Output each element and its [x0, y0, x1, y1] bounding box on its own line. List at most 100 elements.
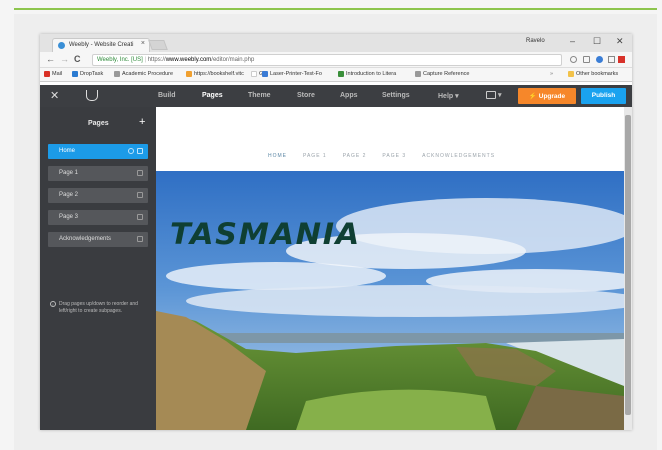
- bookmarks-more-icon[interactable]: »: [550, 71, 553, 77]
- bookmark-label: DropTask: [80, 71, 104, 77]
- secure-badge: Weebly, Inc. [US]: [97, 57, 143, 63]
- browser-window: Weebly - Website Creati × Ravelo – ☐ ✕ ←…: [40, 34, 632, 430]
- reload-icon[interactable]: C: [74, 54, 81, 64]
- scrollbar-thumb[interactable]: [625, 115, 631, 415]
- site-nav-home[interactable]: HOME: [268, 153, 287, 159]
- bookmark-favicon-icon: [114, 71, 120, 77]
- page-item-acknowledgements[interactable]: Acknowledgements: [48, 232, 148, 247]
- maximize-icon[interactable]: ☐: [593, 36, 601, 47]
- url-host: www.weebly.com: [165, 57, 212, 63]
- bookmark-label: Mail: [52, 71, 63, 77]
- landscape-illustration: [156, 171, 624, 430]
- page-settings-icon[interactable]: [137, 148, 143, 154]
- bookmark-favicon-icon: [44, 71, 50, 77]
- publish-button[interactable]: Publish: [581, 88, 626, 104]
- page-label: Home: [59, 148, 76, 154]
- url-field[interactable]: Weebly, Inc. [US] | https://www.weebly.c…: [92, 54, 562, 66]
- drag-hint-text: Drag pages up/down to reorder and left/r…: [59, 301, 138, 314]
- site-nav-acknowledgements[interactable]: ACKNOWLEDGEMENTS: [422, 153, 495, 159]
- address-bar-row: ← → C Weebly, Inc. [US] | https://www.we…: [40, 52, 632, 68]
- site-preview: HOME PAGE 1 PAGE 2 PAGE 3 ACKNOWLEDGEMEN…: [156, 107, 632, 430]
- folder-icon: [568, 71, 574, 77]
- bookmark-favicon-icon: [415, 71, 421, 77]
- page-settings-icon[interactable]: [137, 236, 143, 242]
- page-item-home[interactable]: Home: [48, 144, 148, 159]
- pages-sidebar: Pages + Home Page 1 Page 2 Page 3 Acknow…: [40, 107, 156, 430]
- page-settings-icon[interactable]: [137, 192, 143, 198]
- other-bookmarks[interactable]: Other bookmarks: [568, 71, 618, 77]
- bookmark-favicon-icon: [338, 71, 344, 77]
- tab-strip: Weebly - Website Creati × Ravelo – ☐ ✕: [40, 34, 632, 52]
- page-item-page-2[interactable]: Page 2: [48, 188, 148, 203]
- toolbar-tab-settings[interactable]: Settings: [382, 92, 410, 99]
- page-label: Page 2: [59, 192, 79, 198]
- page-settings-icon[interactable]: [137, 214, 143, 220]
- bookmark-item[interactable]: Mail: [44, 71, 62, 77]
- bookmark-label: Academic Procedure: [122, 71, 174, 77]
- toolbar-tab-theme[interactable]: Theme: [248, 92, 271, 99]
- browser-tab[interactable]: Weebly - Website Creati ×: [52, 38, 150, 52]
- hero-image[interactable]: TASMANIA: [156, 171, 624, 430]
- back-icon[interactable]: ←: [46, 54, 55, 64]
- weebly-logo-icon[interactable]: [86, 90, 98, 101]
- bookmark-item[interactable]: Capture Reference: [415, 71, 469, 77]
- info-icon: i: [50, 301, 56, 307]
- bookmark-item[interactable]: DropTask: [72, 71, 103, 77]
- lens-icon[interactable]: [570, 56, 577, 63]
- other-bookmarks-label: Other bookmarks: [576, 71, 619, 77]
- minimize-icon[interactable]: –: [570, 36, 575, 46]
- site-nav-page-2[interactable]: PAGE 2: [343, 153, 367, 159]
- site-scrollbar[interactable]: [624, 107, 632, 430]
- bookmark-favicon-icon: [186, 71, 192, 77]
- toolbar-tab-pages[interactable]: Pages: [202, 92, 223, 99]
- bookmark-label: Capture Reference: [423, 71, 470, 77]
- device-preview-icon[interactable]: [486, 91, 496, 99]
- drag-hint: i Drag pages up/down to reorder and left…: [50, 301, 150, 315]
- add-page-icon[interactable]: +: [139, 116, 145, 128]
- page-label: Page 3: [59, 214, 79, 220]
- new-tab-button[interactable]: [148, 40, 168, 50]
- extension-drop-icon[interactable]: [596, 56, 603, 63]
- toolbar-tab-build[interactable]: Build: [158, 92, 176, 99]
- toolbar-tab-help[interactable]: Help ▾: [438, 92, 459, 100]
- url-path: /editor/main.php: [211, 57, 255, 63]
- weebly-favicon-icon: [58, 42, 65, 49]
- page-item-page-3[interactable]: Page 3: [48, 210, 148, 225]
- site-nav-page-1[interactable]: PAGE 1: [303, 153, 327, 159]
- extension-red-icon[interactable]: [618, 56, 625, 63]
- site-nav-page-3[interactable]: PAGE 3: [382, 153, 406, 159]
- editor-close-icon[interactable]: ✕: [50, 89, 59, 102]
- bookmarks-bar: Mail DropTask Academic Procedure https://bo…: [40, 68, 632, 82]
- bookmark-label: Laser-Printer-Test-Fo: [270, 71, 322, 77]
- bookmark-favicon-icon: [72, 71, 78, 77]
- sidebar-title: Pages: [88, 120, 109, 127]
- hero-title[interactable]: TASMANIA: [170, 217, 361, 251]
- page-settings-icon[interactable]: [137, 170, 143, 176]
- home-settings-icon[interactable]: [128, 148, 134, 154]
- tab-close-icon[interactable]: ×: [141, 40, 145, 47]
- forward-icon[interactable]: →: [60, 54, 69, 64]
- bookmark-label: https://bookshelf.vitc: [194, 71, 244, 77]
- bookmark-item[interactable]: https://bookshelf.vitc: [186, 71, 244, 77]
- bookmark-item[interactable]: Laser-Printer-Test-Fo: [262, 71, 322, 77]
- shield-icon[interactable]: [583, 56, 590, 63]
- bookmark-label: Introduction to Litera: [346, 71, 397, 77]
- toolbar-tab-apps[interactable]: Apps: [340, 92, 358, 99]
- bookmark-item[interactable]: Introduction to Litera: [338, 71, 396, 77]
- upgrade-button[interactable]: ⚡ Upgrade: [518, 88, 576, 104]
- window-close-icon[interactable]: ✕: [616, 36, 624, 47]
- page-label: Acknowledgements: [59, 236, 112, 242]
- top-accent-line: [14, 8, 657, 10]
- tab-title: Weebly - Website Creati: [69, 42, 134, 48]
- bookmark-favicon-icon: [262, 71, 268, 77]
- toolbar-tab-store[interactable]: Store: [297, 92, 315, 99]
- profile-name[interactable]: Ravelo: [526, 38, 545, 44]
- extension-box-icon[interactable]: [608, 56, 615, 63]
- site-nav: HOME PAGE 1 PAGE 2 PAGE 3 ACKNOWLEDGEMEN…: [268, 153, 495, 159]
- weebly-toolbar: ✕ Build Pages Theme Store Apps Settings Help ▾…: [40, 85, 632, 107]
- page-item-page-1[interactable]: Page 1: [48, 166, 148, 181]
- bookmark-item[interactable]: Academic Procedure: [114, 71, 173, 77]
- page-label: Page 1: [59, 170, 79, 176]
- bookmark-favicon-icon: [251, 71, 257, 77]
- device-caret-icon[interactable]: ▾: [498, 91, 502, 99]
